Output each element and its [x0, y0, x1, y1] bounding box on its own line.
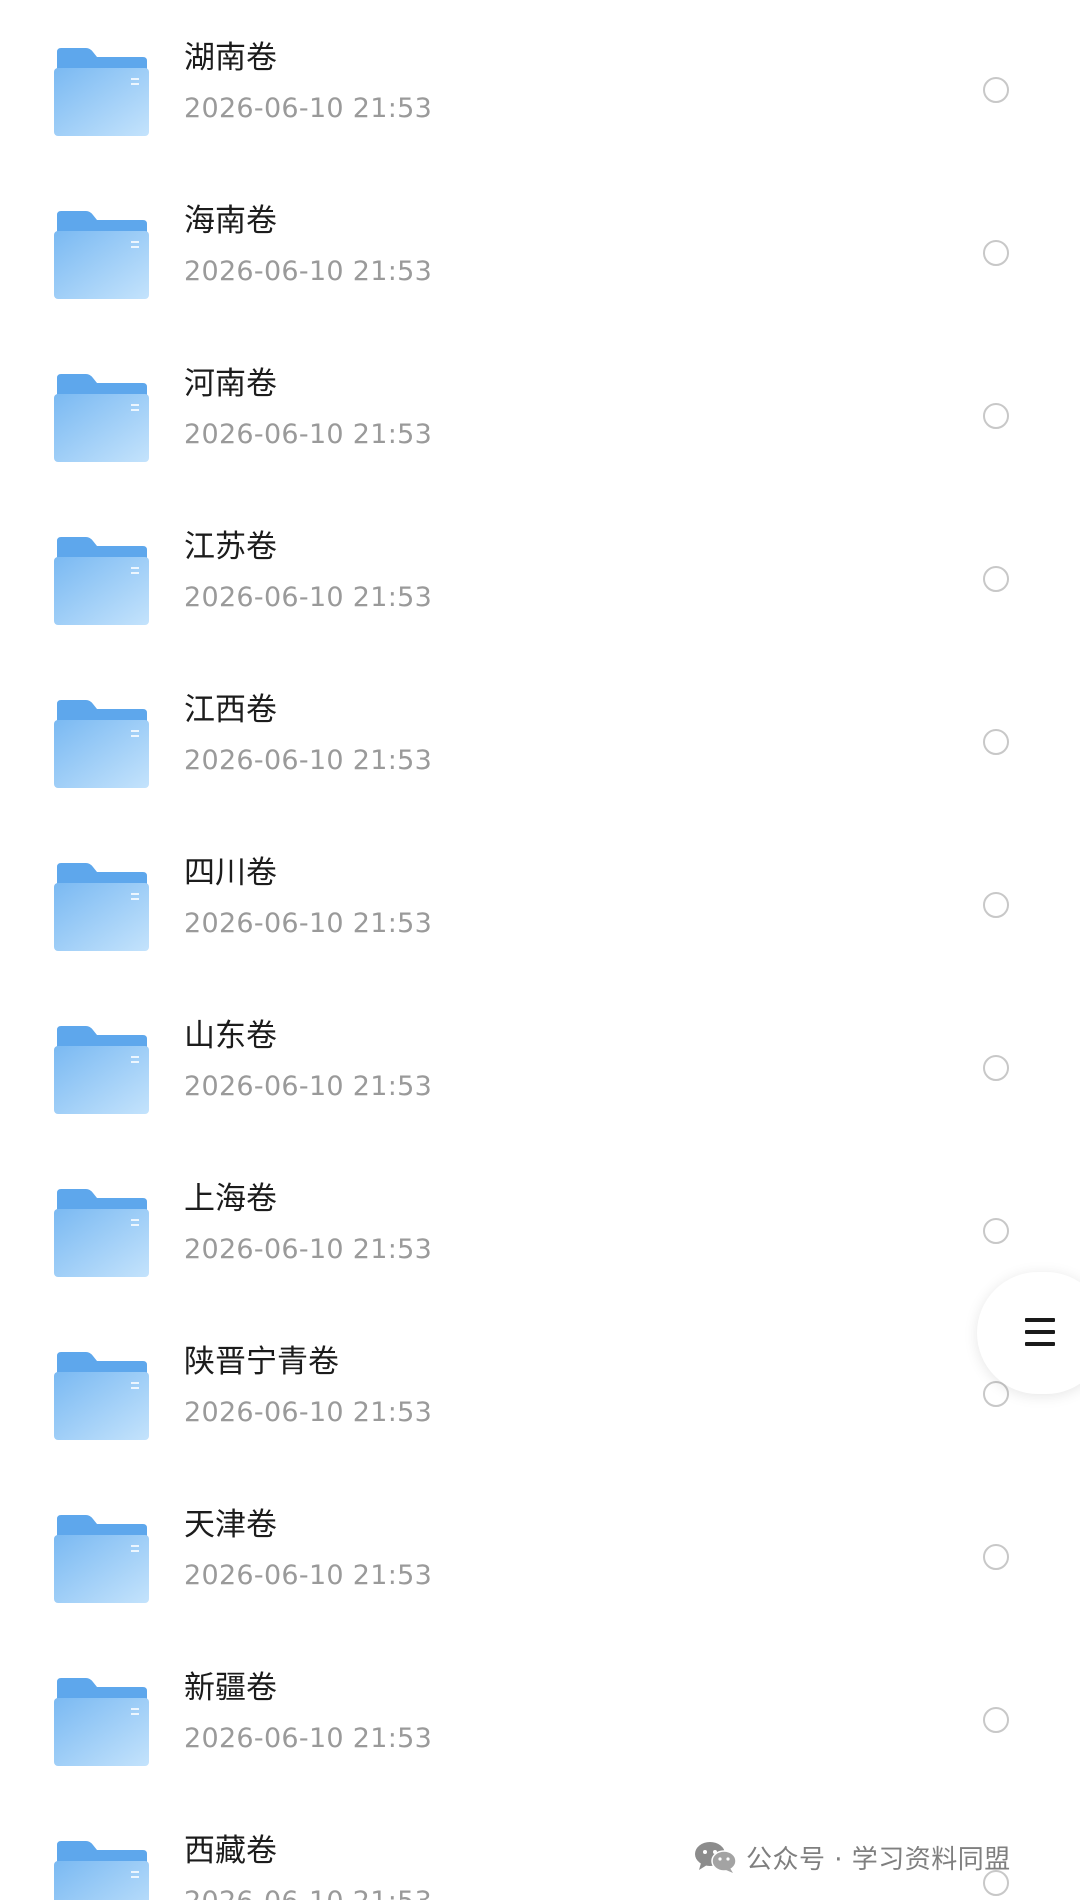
- file-name: 陕晋宁青卷: [184, 1344, 339, 1380]
- file-date: 2026-06-10 21:53: [184, 1723, 433, 1754]
- file-date: 2026-06-10 21:53: [184, 1884, 432, 1900]
- file-row-0[interactable]: 湖南卷 2026-06-10 21:53: [0, 0, 1080, 163]
- folder-icon: [54, 1026, 149, 1114]
- file-row-8[interactable]: 陕晋宁青卷 2026-06-10 21:53: [0, 1304, 1080, 1467]
- file-date: 2026-06-10 21:53: [184, 1071, 433, 1102]
- select-radio[interactable]: [983, 77, 1009, 103]
- file-date: 2026-06-10 21:53: [184, 1397, 433, 1428]
- file-name: 四川卷: [184, 855, 277, 891]
- file-browser-screen: 湖南卷 2026-06-10 21:53 海南卷 2026-06-10 21:5…: [0, 0, 1080, 1900]
- select-radio[interactable]: [983, 403, 1009, 429]
- file-name: 江西卷: [184, 692, 277, 728]
- folder-icon: [54, 700, 149, 788]
- folder-icon: [54, 1678, 149, 1766]
- folder-icon: [54, 374, 149, 462]
- select-radio[interactable]: [983, 1218, 1009, 1244]
- select-radio[interactable]: [983, 1544, 1009, 1570]
- file-name: 山东卷: [184, 1018, 277, 1054]
- file-date: 2026-06-10 21:53: [184, 745, 433, 776]
- file-row-3[interactable]: 江苏卷 2026-06-10 21:53: [0, 489, 1080, 652]
- folder-icon: [54, 211, 149, 299]
- select-radio[interactable]: [983, 1707, 1009, 1733]
- folder-icon: [54, 1352, 149, 1440]
- file-date: 2026-06-10 21:53: [184, 1560, 433, 1591]
- file-row-2[interactable]: 河南卷 2026-06-10 21:53: [0, 326, 1080, 489]
- file-row-9[interactable]: 天津卷 2026-06-10 21:53: [0, 1467, 1080, 1630]
- file-name: 江苏卷: [184, 529, 277, 565]
- select-radio[interactable]: [983, 729, 1009, 755]
- file-row-10[interactable]: 新疆卷 2026-06-10 21:53: [0, 1630, 1080, 1793]
- folder-icon: [54, 1515, 149, 1603]
- folder-icon: [54, 863, 149, 951]
- file-row-4[interactable]: 江西卷 2026-06-10 21:53: [0, 652, 1080, 815]
- file-date: 2026-06-10 21:53: [184, 582, 433, 613]
- folder-icon: [54, 1189, 149, 1277]
- watermark-text: 公众号 · 学习资料同盟: [746, 1844, 1011, 1875]
- file-date: 2026-06-10 21:53: [184, 908, 433, 939]
- folder-icon: [54, 48, 149, 136]
- file-name: 河南卷: [184, 366, 277, 402]
- folder-icon: [54, 1841, 149, 1900]
- file-name: 海南卷: [184, 203, 277, 239]
- select-radio[interactable]: [983, 1055, 1009, 1081]
- menu-icon: [1025, 1318, 1057, 1348]
- select-radio[interactable]: [983, 892, 1009, 918]
- wechat-icon: [694, 1841, 738, 1873]
- file-date: 2026-06-10 21:53: [184, 419, 433, 450]
- file-name: 新疆卷: [184, 1670, 277, 1706]
- watermark: 公众号 · 学习资料同盟: [694, 1837, 1011, 1877]
- folder-icon: [54, 537, 149, 625]
- file-row-7[interactable]: 上海卷 2026-06-10 21:53: [0, 1141, 1080, 1304]
- file-row-5[interactable]: 四川卷 2026-06-10 21:53: [0, 815, 1080, 978]
- file-name: 湖南卷: [184, 40, 277, 76]
- file-name: 天津卷: [184, 1507, 277, 1543]
- file-name: 上海卷: [184, 1181, 277, 1217]
- file-row-1[interactable]: 海南卷 2026-06-10 21:53: [0, 163, 1080, 326]
- file-name: 西藏卷: [184, 1833, 277, 1869]
- file-row-6[interactable]: 山东卷 2026-06-10 21:53: [0, 978, 1080, 1141]
- file-date: 2026-06-10 21:53: [184, 93, 433, 124]
- select-radio[interactable]: [983, 566, 1009, 592]
- file-date: 2026-06-10 21:53: [184, 1234, 433, 1265]
- file-date: 2026-06-10 21:53: [184, 256, 433, 287]
- select-radio[interactable]: [983, 240, 1009, 266]
